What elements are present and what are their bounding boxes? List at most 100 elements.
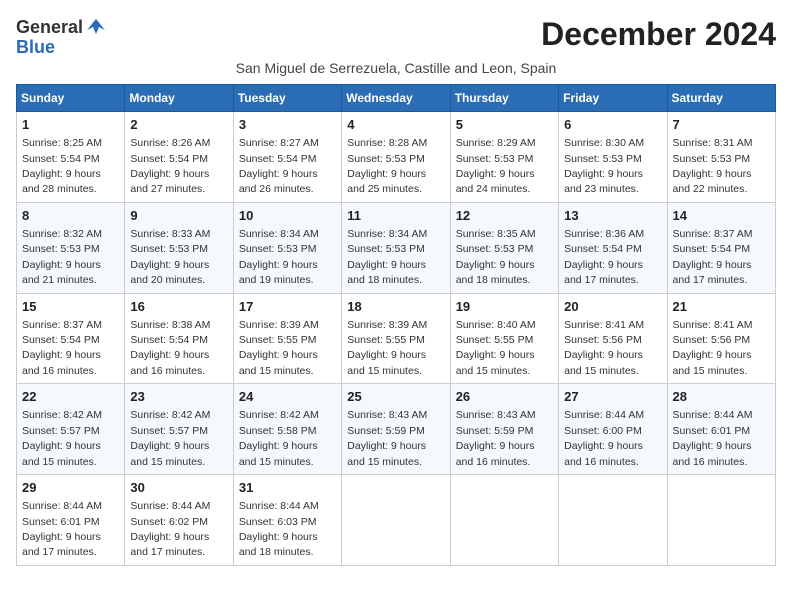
calendar-day-7: 7 Sunrise: 8:31 AMSunset: 5:53 PMDaylight… bbox=[667, 112, 775, 203]
day-info: Sunrise: 8:25 AMSunset: 5:54 PMDaylight:… bbox=[22, 137, 102, 195]
day-info: Sunrise: 8:36 AMSunset: 5:54 PMDaylight:… bbox=[564, 228, 644, 286]
day-info: Sunrise: 8:43 AMSunset: 5:59 PMDaylight:… bbox=[347, 409, 427, 467]
day-info: Sunrise: 8:34 AMSunset: 5:53 PMDaylight:… bbox=[239, 228, 319, 286]
day-number: 11 bbox=[347, 207, 444, 225]
day-number: 3 bbox=[239, 116, 336, 134]
calendar-day-4: 4 Sunrise: 8:28 AMSunset: 5:53 PMDaylight… bbox=[342, 112, 450, 203]
day-number: 18 bbox=[347, 298, 444, 316]
day-number: 30 bbox=[130, 479, 227, 497]
calendar-day-2: 2 Sunrise: 8:26 AMSunset: 5:54 PMDaylight… bbox=[125, 112, 233, 203]
header: General Blue December 2024 bbox=[16, 16, 776, 56]
day-number: 21 bbox=[673, 298, 770, 316]
day-info: Sunrise: 8:37 AMSunset: 5:54 PMDaylight:… bbox=[673, 228, 753, 286]
calendar-day-26: 26 Sunrise: 8:43 AMSunset: 5:59 PMDayligh… bbox=[450, 384, 558, 475]
dow-header-monday: Monday bbox=[125, 85, 233, 112]
calendar-day-19: 19 Sunrise: 8:40 AMSunset: 5:55 PMDayligh… bbox=[450, 293, 558, 384]
calendar-day-10: 10 Sunrise: 8:34 AMSunset: 5:53 PMDayligh… bbox=[233, 202, 341, 293]
location-subtitle: San Miguel de Serrezuela, Castille and L… bbox=[16, 60, 776, 76]
day-number: 22 bbox=[22, 388, 119, 406]
day-number: 1 bbox=[22, 116, 119, 134]
day-number: 13 bbox=[564, 207, 661, 225]
day-number: 10 bbox=[239, 207, 336, 225]
day-info: Sunrise: 8:44 AMSunset: 6:02 PMDaylight:… bbox=[130, 500, 210, 558]
calendar-day-5: 5Sunrise: 8:29 AMSunset: 5:53 PMDaylight… bbox=[450, 112, 558, 203]
calendar-day-1: 1 Sunrise: 8:25 AMSunset: 5:54 PMDaylight… bbox=[17, 112, 125, 203]
calendar-day-3: 3 Sunrise: 8:27 AMSunset: 5:54 PMDaylight… bbox=[233, 112, 341, 203]
day-number: 24 bbox=[239, 388, 336, 406]
day-number: 2 bbox=[130, 116, 227, 134]
day-number: 31 bbox=[239, 479, 336, 497]
day-number: 15 bbox=[22, 298, 119, 316]
calendar-day-23: 23Sunrise: 8:42 AMSunset: 5:57 PMDayligh… bbox=[125, 384, 233, 475]
day-number: 7 bbox=[673, 116, 770, 134]
calendar-day-9: 9 Sunrise: 8:33 AMSunset: 5:53 PMDaylight… bbox=[125, 202, 233, 293]
calendar-day-8: 8 Sunrise: 8:32 AMSunset: 5:53 PMDaylight… bbox=[17, 202, 125, 293]
day-info: Sunrise: 8:43 AMSunset: 5:59 PMDaylight:… bbox=[456, 409, 536, 467]
empty-cell bbox=[559, 475, 667, 566]
calendar-day-24: 24 Sunrise: 8:42 AMSunset: 5:58 PMDayligh… bbox=[233, 384, 341, 475]
dow-header-friday: Friday bbox=[559, 85, 667, 112]
day-info: Sunrise: 8:44 AMSunset: 6:03 PMDaylight:… bbox=[239, 500, 319, 558]
calendar-day-22: 22 Sunrise: 8:42 AMSunset: 5:57 PMDayligh… bbox=[17, 384, 125, 475]
dow-header-saturday: Saturday bbox=[667, 85, 775, 112]
dow-header-tuesday: Tuesday bbox=[233, 85, 341, 112]
day-number: 4 bbox=[347, 116, 444, 134]
calendar-table: SundayMondayTuesdayWednesdayThursdayFrid… bbox=[16, 84, 776, 566]
day-info: Sunrise: 8:44 AMSunset: 6:01 PMDaylight:… bbox=[22, 500, 102, 558]
day-number: 29 bbox=[22, 479, 119, 497]
day-number: 12 bbox=[456, 207, 553, 225]
day-info: Sunrise: 8:31 AMSunset: 5:53 PMDaylight:… bbox=[673, 137, 753, 195]
day-number: 17 bbox=[239, 298, 336, 316]
calendar-day-31: 31 Sunrise: 8:44 AMSunset: 6:03 PMDayligh… bbox=[233, 475, 341, 566]
day-number: 9 bbox=[130, 207, 227, 225]
day-info: Sunrise: 8:44 AMSunset: 6:01 PMDaylight:… bbox=[673, 409, 753, 467]
calendar-day-13: 13 Sunrise: 8:36 AMSunset: 5:54 PMDayligh… bbox=[559, 202, 667, 293]
calendar-day-21: 21Sunrise: 8:41 AMSunset: 5:56 PMDayligh… bbox=[667, 293, 775, 384]
day-number: 14 bbox=[673, 207, 770, 225]
calendar-day-28: 28 Sunrise: 8:44 AMSunset: 6:01 PMDayligh… bbox=[667, 384, 775, 475]
dow-header-wednesday: Wednesday bbox=[342, 85, 450, 112]
day-info: Sunrise: 8:26 AMSunset: 5:54 PMDaylight:… bbox=[130, 137, 210, 195]
day-info: Sunrise: 8:32 AMSunset: 5:53 PMDaylight:… bbox=[22, 228, 102, 286]
calendar-day-15: 15 Sunrise: 8:37 AMSunset: 5:54 PMDayligh… bbox=[17, 293, 125, 384]
month-title: December 2024 bbox=[541, 16, 776, 53]
day-info: Sunrise: 8:35 AMSunset: 5:53 PMDaylight:… bbox=[456, 228, 536, 286]
day-info: Sunrise: 8:40 AMSunset: 5:55 PMDaylight:… bbox=[456, 319, 536, 377]
day-info: Sunrise: 8:27 AMSunset: 5:54 PMDaylight:… bbox=[239, 137, 319, 195]
day-number: 16 bbox=[130, 298, 227, 316]
day-info: Sunrise: 8:37 AMSunset: 5:54 PMDaylight:… bbox=[22, 319, 102, 377]
day-info: Sunrise: 8:42 AMSunset: 5:58 PMDaylight:… bbox=[239, 409, 319, 467]
calendar-day-30: 30 Sunrise: 8:44 AMSunset: 6:02 PMDayligh… bbox=[125, 475, 233, 566]
day-info: Sunrise: 8:41 AMSunset: 5:56 PMDaylight:… bbox=[564, 319, 644, 377]
calendar-day-16: 16 Sunrise: 8:38 AMSunset: 5:54 PMDayligh… bbox=[125, 293, 233, 384]
calendar-day-29: 29 Sunrise: 8:44 AMSunset: 6:01 PMDayligh… bbox=[17, 475, 125, 566]
day-info: Sunrise: 8:30 AMSunset: 5:53 PMDaylight:… bbox=[564, 137, 644, 195]
dow-header-sunday: Sunday bbox=[17, 85, 125, 112]
day-info: Sunrise: 8:33 AMSunset: 5:53 PMDaylight:… bbox=[130, 228, 210, 286]
day-number: 19 bbox=[456, 298, 553, 316]
logo: General Blue bbox=[16, 16, 107, 56]
day-info: Sunrise: 8:28 AMSunset: 5:53 PMDaylight:… bbox=[347, 137, 427, 195]
logo-general-text: General bbox=[16, 18, 83, 36]
day-number: 27 bbox=[564, 388, 661, 406]
empty-cell bbox=[450, 475, 558, 566]
day-number: 23 bbox=[130, 388, 227, 406]
day-number: 28 bbox=[673, 388, 770, 406]
day-number: 26 bbox=[456, 388, 553, 406]
calendar-day-11: 11 Sunrise: 8:34 AMSunset: 5:53 PMDayligh… bbox=[342, 202, 450, 293]
calendar-day-14: 14 Sunrise: 8:37 AMSunset: 5:54 PMDayligh… bbox=[667, 202, 775, 293]
day-info: Sunrise: 8:39 AMSunset: 5:55 PMDaylight:… bbox=[347, 319, 427, 377]
day-info: Sunrise: 8:38 AMSunset: 5:54 PMDaylight:… bbox=[130, 319, 210, 377]
day-number: 8 bbox=[22, 207, 119, 225]
day-info: Sunrise: 8:42 AMSunset: 5:57 PMDaylight:… bbox=[22, 409, 102, 467]
calendar-day-20: 20Sunrise: 8:41 AMSunset: 5:56 PMDayligh… bbox=[559, 293, 667, 384]
calendar-day-6: 6Sunrise: 8:30 AMSunset: 5:53 PMDaylight… bbox=[559, 112, 667, 203]
empty-cell bbox=[342, 475, 450, 566]
day-info: Sunrise: 8:34 AMSunset: 5:53 PMDaylight:… bbox=[347, 228, 427, 286]
calendar-day-25: 25Sunrise: 8:43 AMSunset: 5:59 PMDayligh… bbox=[342, 384, 450, 475]
day-info: Sunrise: 8:44 AMSunset: 6:00 PMDaylight:… bbox=[564, 409, 644, 467]
calendar-day-27: 27 Sunrise: 8:44 AMSunset: 6:00 PMDayligh… bbox=[559, 384, 667, 475]
dow-header-thursday: Thursday bbox=[450, 85, 558, 112]
calendar-day-17: 17Sunrise: 8:39 AMSunset: 5:55 PMDayligh… bbox=[233, 293, 341, 384]
day-number: 5 bbox=[456, 116, 553, 134]
